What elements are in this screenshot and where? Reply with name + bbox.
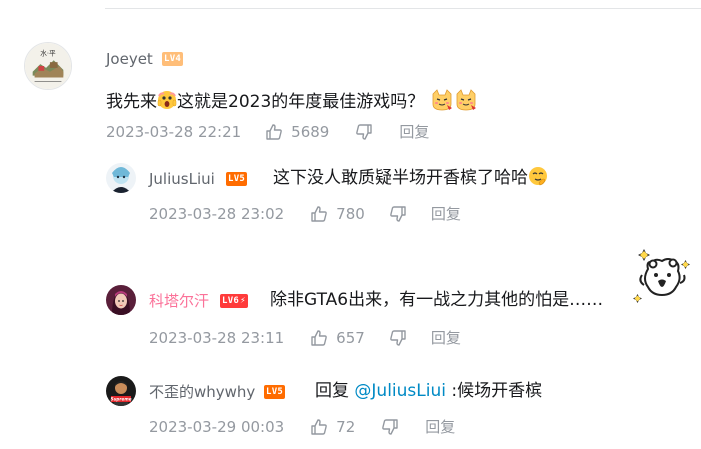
comment-date: 2023-03-28 23:02 <box>149 205 285 223</box>
like-count: 72 <box>336 418 356 436</box>
thumbs-up-icon[interactable] <box>310 418 328 436</box>
comment-text: 我先来 这就是2023的年度最佳游戏吗？ <box>106 88 478 114</box>
thumbs-up-icon[interactable] <box>310 205 328 223</box>
avatar-text: 水·平 <box>40 48 56 57</box>
comment-meta: 2023-03-28 23:02 780 回复 <box>149 204 461 224</box>
avatar[interactable]: Supreme <box>106 376 136 406</box>
level-badge-label: LV4 <box>164 54 182 64</box>
thumbs-down-icon[interactable] <box>389 329 407 347</box>
level-badge-label: LV6 <box>222 296 240 306</box>
comment-username[interactable]: Joeyet <box>106 49 153 69</box>
reply-prefix: 回复 <box>315 381 355 401</box>
level-badge: LV6⚡ <box>220 294 248 308</box>
comment-text-part: 这就是2023的年度最佳游戏吗？ <box>177 92 425 112</box>
level-badge: LV4 <box>162 52 184 66</box>
lightning-icon: ⚡ <box>240 296 246 306</box>
avatar[interactable] <box>106 163 136 193</box>
thumbs-up-icon[interactable] <box>310 329 328 347</box>
comment-date: 2023-03-28 22:21 <box>106 123 242 141</box>
level-badge: LV5 <box>264 385 286 399</box>
thumbs-down-icon[interactable] <box>389 205 407 223</box>
scream-emoji-icon <box>157 90 177 110</box>
comment-username[interactable]: 科塔尔汗 <box>149 291 209 311</box>
comment-date: 2023-03-29 00:03 <box>149 418 285 436</box>
reply-button[interactable]: 回复 <box>431 328 461 348</box>
top-divider <box>105 8 701 9</box>
comment-text: 这下没人敢质疑半场开香槟了哈哈 <box>273 166 548 190</box>
level-badge: LV5 <box>226 172 248 186</box>
comment-username[interactable]: JuliusLiui <box>149 169 215 189</box>
comment-text-part: 除非GTA6出来，有一战之力其他的怕是…… <box>270 290 604 310</box>
reply-button[interactable]: 回复 <box>425 417 455 437</box>
level-badge-label: LV5 <box>228 174 246 184</box>
comment-meta: 2023-03-28 23:11 657 回复 <box>149 328 461 348</box>
thumbs-down-icon[interactable] <box>355 123 373 141</box>
avatar[interactable]: 水·平 <box>24 42 72 90</box>
thumbs-down-icon[interactable] <box>381 418 399 436</box>
level-badge-label: LV5 <box>266 387 284 397</box>
comment-text-part: 这下没人敢质疑半场开香槟了哈哈 <box>273 168 528 188</box>
cat-emoji-icon <box>454 88 478 112</box>
cat-emoji-icon <box>430 88 454 112</box>
comment-text: 除非GTA6出来，有一战之力其他的怕是…… <box>270 288 603 312</box>
smirk-emoji-icon <box>528 166 548 186</box>
comment-username[interactable]: 不歪的whywhy <box>149 382 255 402</box>
comment-text-part: 我先来 <box>106 92 157 112</box>
comment-meta: 2023-03-28 22:21 5689 回复 <box>106 122 429 142</box>
reply-button[interactable]: 回复 <box>399 122 429 142</box>
comment-date: 2023-03-28 23:11 <box>149 329 285 347</box>
thumbs-up-icon[interactable] <box>265 123 283 141</box>
avatar[interactable] <box>106 285 136 315</box>
bear-sticker-icon <box>632 247 694 309</box>
mention-link[interactable]: @JuliusLiui <box>354 381 446 401</box>
like-count: 780 <box>336 205 365 223</box>
avatar-text: Supreme <box>110 397 131 402</box>
comment-text-part: :候场开香槟 <box>445 381 543 401</box>
comment-text: 回复 @JuliusLiui :候场开香槟 <box>315 379 542 403</box>
like-count: 657 <box>336 329 365 347</box>
comment-meta: 2023-03-29 00:03 72 回复 <box>149 417 455 437</box>
reply-button[interactable]: 回复 <box>431 204 461 224</box>
like-count: 5689 <box>291 123 330 141</box>
